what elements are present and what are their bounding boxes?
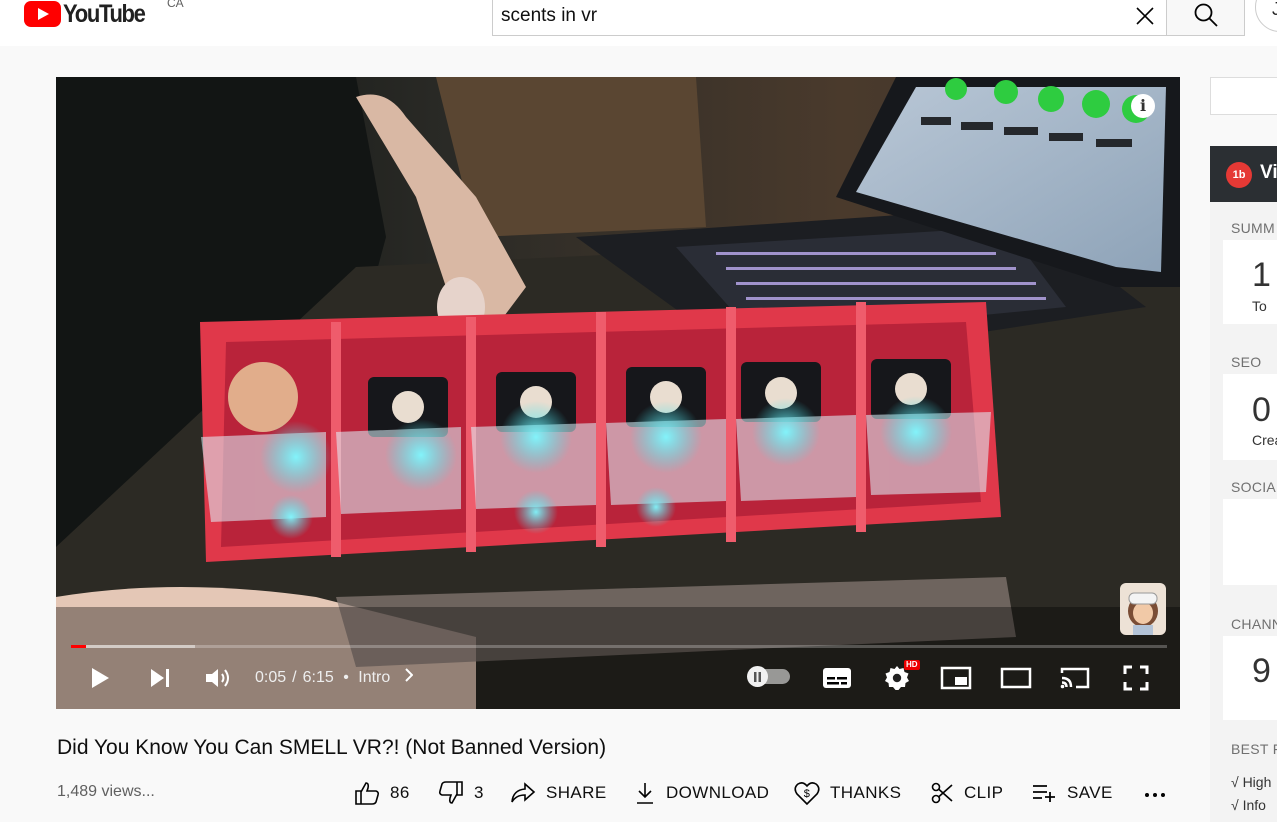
like-count: 86 [390, 783, 410, 802]
seo-label: SEO [1231, 354, 1262, 370]
youtube-play-icon [24, 1, 61, 27]
like-button[interactable]: 86 [354, 775, 410, 811]
current-time: 0:05 [255, 669, 287, 686]
pause-icon [747, 666, 768, 687]
progress-played [71, 645, 86, 648]
thumbs-down-icon [438, 781, 463, 804]
save-label: SAVE [1067, 783, 1113, 802]
fullscreen-icon [1123, 665, 1149, 691]
info-icon[interactable]: i [1131, 94, 1155, 118]
action-bar: 86 3 SHARE DOWNLOAD $ THANKS CLIP SAVE [0, 775, 1200, 811]
best-practices-label: BEST F [1231, 741, 1277, 757]
dislike-button[interactable]: 3 [438, 775, 484, 811]
time-display: 0:05/6:15 • Intro [255, 668, 414, 687]
play-icon [92, 668, 109, 688]
video-player[interactable]: i 0:05/6:15 • Intro HD [56, 77, 1180, 709]
vidiq-panel: SUMM 1 To SEO 0 Creat SOCIA CHANN 9 BEST… [1210, 202, 1277, 822]
avatar-icon [1128, 592, 1158, 635]
summary-value: 1 [1252, 256, 1271, 294]
vidiq-title: Vi [1260, 162, 1277, 183]
channel-value: 9 [1252, 652, 1271, 690]
more-actions-button[interactable] [1142, 783, 1170, 803]
autoplay-toggle[interactable] [747, 666, 790, 687]
channel-watermark[interactable] [1120, 583, 1166, 635]
thanks-label: THANKS [830, 783, 902, 802]
duration: 6:15 [302, 669, 334, 686]
summary-label: SUMM [1231, 220, 1275, 236]
theater-mode-button[interactable] [999, 655, 1033, 701]
account-avatar-button[interactable]: J [1255, 0, 1277, 32]
search-icon [1194, 3, 1218, 27]
clear-search-button[interactable] [1134, 5, 1156, 27]
subtitles-icon [823, 668, 851, 688]
save-button[interactable]: SAVE [1031, 775, 1113, 811]
clip-label: CLIP [964, 783, 1004, 802]
thumbs-up-icon [355, 782, 380, 805]
progress-buffered [71, 645, 195, 648]
social-label: SOCIA [1231, 479, 1277, 495]
right-sidebar: 1b Vi SUMM 1 To SEO 0 Creat SOCIA CHANN … [1210, 77, 1277, 822]
close-icon [1136, 7, 1154, 25]
chapter-title[interactable]: Intro [358, 669, 390, 686]
video-title: Did You Know You Can SMELL VR?! (Not Ban… [57, 736, 607, 759]
check-item: √ Info [1231, 797, 1266, 813]
dislike-count: 3 [474, 783, 484, 802]
country-code: CA [167, 0, 184, 10]
share-icon [511, 782, 536, 803]
play-button[interactable] [84, 655, 116, 701]
vidiq-logo-icon: 1b [1226, 162, 1252, 188]
social-card [1223, 499, 1277, 585]
cast-icon [1060, 667, 1090, 689]
download-label: DOWNLOAD [666, 783, 770, 802]
search-button[interactable] [1166, 0, 1245, 36]
player-controls: 0:05/6:15 • Intro HD [56, 655, 1180, 701]
fullscreen-button[interactable] [1119, 655, 1153, 701]
logo-wordmark: YouTube [63, 0, 146, 28]
miniplayer-button[interactable] [939, 655, 973, 701]
vidiq-header: 1b Vi [1210, 146, 1277, 202]
account-initial: J [1272, 0, 1277, 19]
scissors-icon [931, 782, 953, 804]
more-horizontal-icon [1145, 793, 1165, 797]
search-input[interactable] [501, 1, 1101, 31]
share-button[interactable]: SHARE [510, 775, 607, 811]
masthead: YouTube CA J [0, 0, 1277, 46]
check-item: √ High [1231, 774, 1272, 790]
add-to-playlist-icon [1033, 785, 1055, 802]
svg-text:$: $ [804, 788, 811, 800]
thanks-button[interactable]: $ THANKS [794, 775, 901, 811]
seo-sub: Creat [1252, 432, 1277, 448]
chevron-right-icon[interactable] [405, 668, 414, 687]
next-icon [151, 669, 169, 687]
hd-badge: HD [904, 660, 920, 670]
channel-label: CHANN [1231, 616, 1277, 632]
next-button[interactable] [144, 655, 176, 701]
subtitles-button[interactable] [820, 655, 854, 701]
sidebar-search-box[interactable] [1210, 77, 1277, 115]
video-frame [56, 77, 1180, 709]
download-icon [637, 783, 653, 804]
youtube-logo[interactable]: YouTube CA [24, 0, 184, 28]
progress-bar[interactable] [71, 645, 1167, 648]
share-label: SHARE [546, 783, 607, 802]
download-button[interactable]: DOWNLOAD [634, 775, 769, 811]
volume-icon [206, 669, 229, 687]
super-thanks-icon: $ [794, 782, 820, 806]
cast-button[interactable] [1058, 655, 1092, 701]
seo-value: 0 [1252, 391, 1271, 429]
summary-sub: To [1252, 298, 1267, 314]
volume-button[interactable] [201, 655, 235, 701]
theater-icon [1000, 667, 1032, 689]
miniplayer-icon [940, 666, 972, 690]
search-box [492, 0, 1166, 36]
clip-button[interactable]: CLIP [930, 775, 1003, 811]
